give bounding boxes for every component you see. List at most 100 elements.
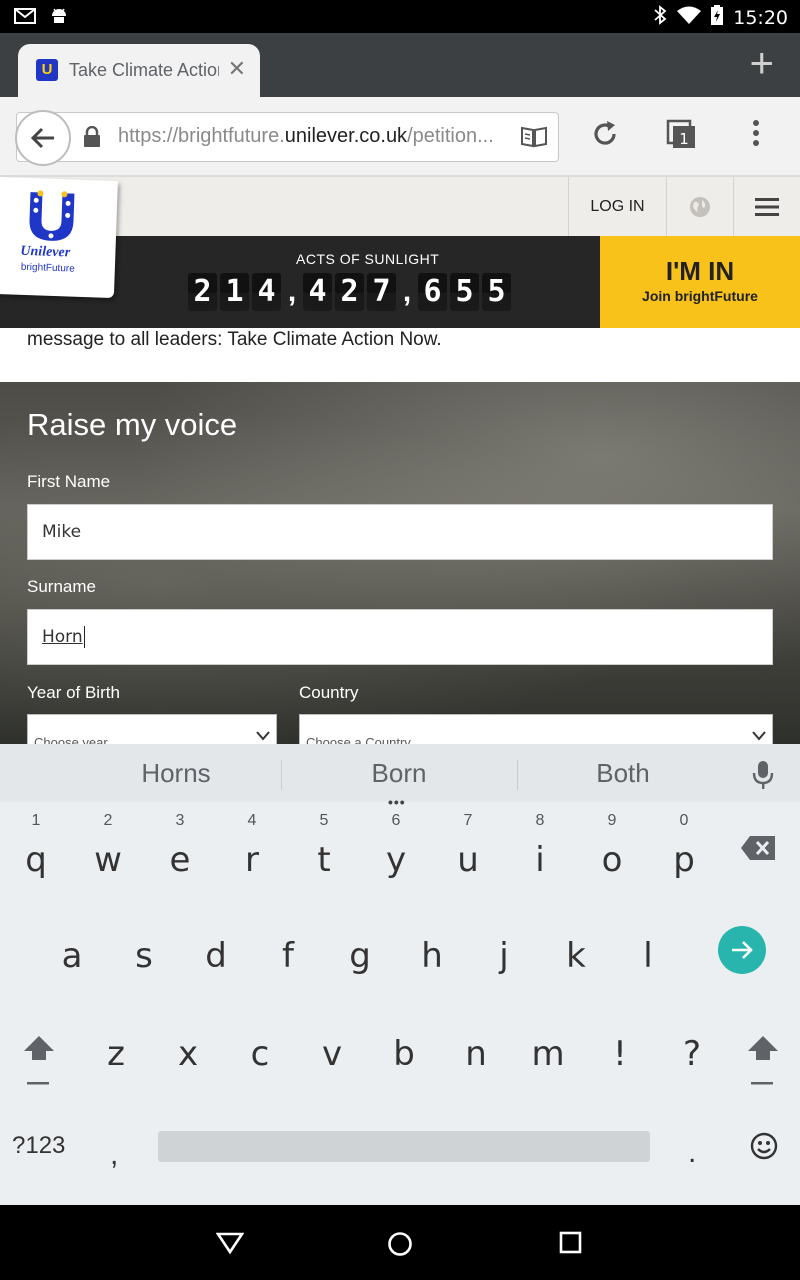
- hamburger-menu-icon[interactable]: [733, 177, 800, 236]
- period-key[interactable]: .: [688, 1136, 696, 1170]
- url-domain: unilever.co.uk: [284, 125, 408, 147]
- year-of-birth-select[interactable]: Choose year: [27, 714, 277, 744]
- globe-icon[interactable]: [666, 177, 733, 236]
- key-p[interactable]: 0p: [648, 810, 720, 900]
- suggestion-2[interactable]: Born: [281, 758, 517, 789]
- reload-icon[interactable]: [590, 119, 620, 154]
- gmail-icon: [14, 8, 36, 29]
- counter-separator: ,: [287, 275, 297, 308]
- key-label: f: [282, 936, 294, 976]
- key-h[interactable]: h: [396, 906, 468, 996]
- wifi-icon: [677, 6, 702, 29]
- shift-right-icon[interactable]: [746, 1034, 780, 1095]
- key-m[interactable]: m: [512, 1004, 584, 1094]
- home-circle-icon[interactable]: [387, 1231, 413, 1262]
- key-hint: 1: [31, 812, 41, 829]
- enter-next-button[interactable]: [718, 926, 766, 974]
- key-y[interactable]: 6y: [360, 810, 432, 900]
- tab-strip: U Take Climate Action Now ✕ +: [0, 33, 800, 98]
- emoji-icon[interactable]: [750, 1132, 778, 1165]
- browser-tab[interactable]: U Take Climate Action Now ✕: [18, 44, 260, 98]
- key-t[interactable]: 5t: [288, 810, 360, 900]
- key-r[interactable]: 4r: [216, 810, 288, 900]
- overflow-menu-icon[interactable]: [751, 119, 761, 154]
- microphone-icon[interactable]: [752, 760, 774, 795]
- key-j[interactable]: j: [468, 906, 540, 996]
- key-hint: 8: [535, 812, 545, 829]
- key-label: ?: [682, 1034, 702, 1074]
- battery-charging-icon: [711, 5, 724, 30]
- key-k[interactable]: k: [540, 906, 612, 996]
- screen: 15:20 U Take Climate Action Now ✕ + http…: [0, 0, 800, 1280]
- first-name-field[interactable]: Mike: [27, 504, 773, 560]
- petition-form: Raise my voice First Name Mike Surname H…: [0, 382, 800, 744]
- close-tab-icon[interactable]: ✕: [228, 56, 246, 82]
- log-in-link[interactable]: LOG IN: [568, 177, 666, 236]
- key-label: w: [94, 840, 122, 880]
- key-w[interactable]: 2w: [72, 810, 144, 900]
- url-path: /petition...: [407, 125, 494, 147]
- key-o[interactable]: 9o: [576, 810, 648, 900]
- backspace-icon[interactable]: [740, 835, 776, 866]
- unilever-favicon: U: [36, 59, 58, 81]
- key-label: k: [566, 936, 586, 976]
- key-s[interactable]: s: [108, 906, 180, 996]
- key-l[interactable]: l: [612, 906, 684, 996]
- country-label: Country: [299, 683, 359, 702]
- counter-digit: 2: [335, 273, 364, 311]
- suggestion-3[interactable]: Both: [505, 758, 741, 789]
- key-hint: 7: [463, 812, 473, 829]
- suggestion-strip: Horns Born Both •••: [0, 744, 800, 810]
- key-hint: 4: [247, 812, 257, 829]
- key-x[interactable]: x: [152, 1004, 224, 1094]
- key-e[interactable]: 3e: [144, 810, 216, 900]
- first-name-value: Mike: [42, 522, 82, 542]
- key-g[interactable]: g: [324, 906, 396, 996]
- tab-switcher-icon[interactable]: 1: [666, 119, 698, 154]
- surname-value: Horn: [42, 627, 83, 647]
- key-label: i: [535, 840, 545, 880]
- key-i[interactable]: 8i: [504, 810, 576, 900]
- key-v[interactable]: v: [296, 1004, 368, 1094]
- key-u[interactable]: 7u: [432, 810, 504, 900]
- key-z[interactable]: z: [80, 1004, 152, 1094]
- url-prefix: https://brightfuture.: [118, 125, 285, 147]
- key-![interactable]: !: [584, 1004, 656, 1094]
- key-label: t: [317, 840, 331, 880]
- key-label: h: [421, 936, 443, 976]
- key-c[interactable]: c: [224, 1004, 296, 1094]
- back-button[interactable]: [15, 110, 71, 166]
- space-bar[interactable]: [158, 1131, 650, 1162]
- im-in-button[interactable]: I'M IN Join brightFuture: [600, 236, 800, 328]
- back-arrow-icon: [30, 127, 54, 149]
- comma-key[interactable]: ,: [110, 1138, 118, 1172]
- key-hint: 0: [679, 812, 689, 829]
- logo-brand-text: Unilever: [20, 243, 71, 261]
- country-select[interactable]: Choose a Country: [299, 714, 773, 744]
- petition-message: message to all leaders: Take Climate Act…: [27, 329, 442, 350]
- surname-field[interactable]: Horn: [27, 609, 773, 665]
- year-select-value: Choose year: [34, 735, 108, 744]
- counter-digit: 5: [482, 273, 511, 311]
- address-bar[interactable]: https://brightfuture.unilever.co.uk/peti…: [15, 110, 559, 166]
- form-heading: Raise my voice: [27, 407, 238, 442]
- reader-mode-icon[interactable]: [520, 125, 548, 154]
- recents-square-icon[interactable]: [559, 1231, 583, 1260]
- key-f[interactable]: f: [252, 906, 324, 996]
- key-d[interactable]: d: [180, 906, 252, 996]
- key-label: r: [245, 840, 259, 880]
- symbols-key[interactable]: ?123: [12, 1132, 65, 1160]
- new-tab-icon[interactable]: +: [749, 42, 774, 84]
- key-a[interactable]: a: [36, 906, 108, 996]
- shift-left-icon[interactable]: [22, 1034, 56, 1095]
- key-q[interactable]: 1q: [0, 810, 72, 900]
- more-suggestions-icon[interactable]: •••: [388, 794, 406, 810]
- site-header: LOG IN: [0, 177, 800, 236]
- unilever-logo[interactable]: Unilever brightFuture: [0, 177, 118, 299]
- back-triangle-icon[interactable]: [215, 1231, 245, 1260]
- key-?[interactable]: ?: [656, 1004, 728, 1094]
- key-b[interactable]: b: [368, 1004, 440, 1094]
- key-hint: 3: [175, 812, 185, 829]
- key-n[interactable]: n: [440, 1004, 512, 1094]
- suggestion-1[interactable]: Horns: [58, 758, 294, 789]
